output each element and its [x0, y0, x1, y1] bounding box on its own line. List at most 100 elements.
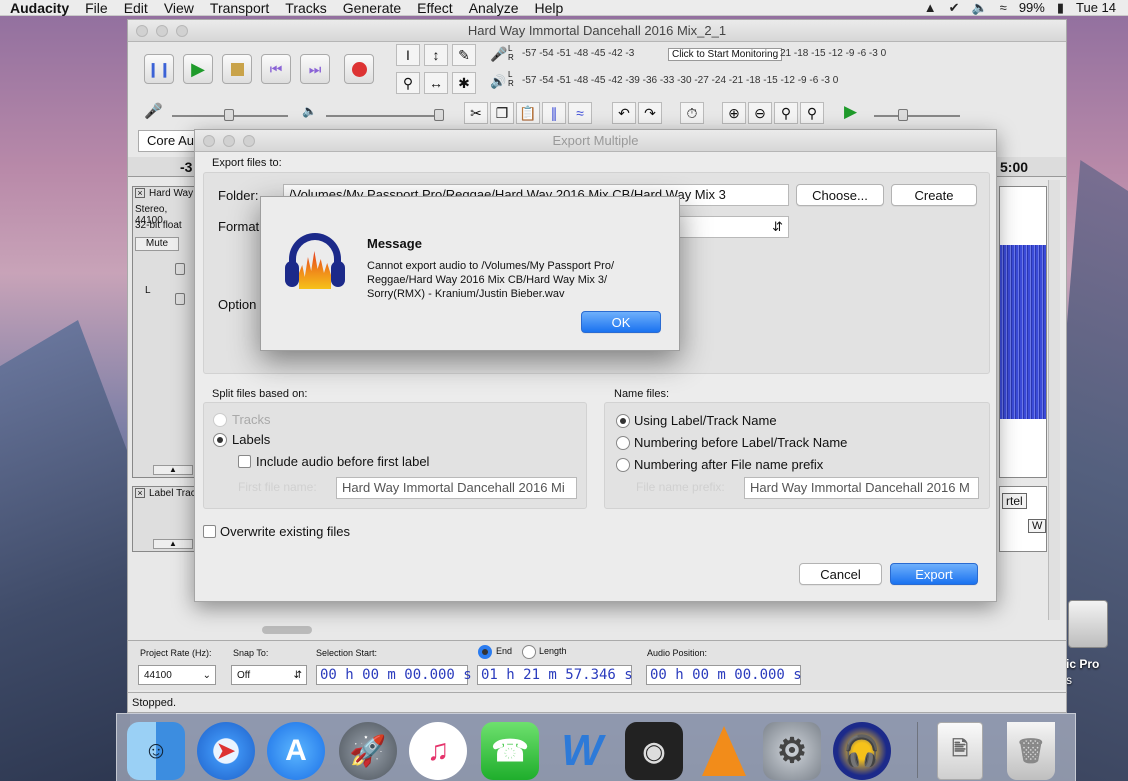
- menu-tracks[interactable]: Tracks: [277, 0, 334, 16]
- track-close-icon[interactable]: ×: [135, 188, 145, 198]
- gain-slider-knob[interactable]: [175, 263, 185, 275]
- undo-button[interactable]: ↶: [612, 102, 636, 124]
- selection-end-time[interactable]: 01 h 21 m 57.346 s: [477, 665, 633, 685]
- system-preferences-icon[interactable]: ⚙: [763, 722, 821, 780]
- menubar-clock[interactable]: Tue 14: [1076, 0, 1116, 15]
- format-select[interactable]: ⇵: [679, 216, 789, 238]
- cancel-button[interactable]: Cancel: [799, 563, 882, 585]
- mute-button[interactable]: Mute: [135, 237, 179, 251]
- cut-button[interactable]: ✂: [464, 102, 488, 124]
- selection-start-time[interactable]: 00 h 00 m 00.000 s: [316, 665, 472, 685]
- draw-tool[interactable]: ✎: [452, 44, 476, 66]
- play-speed-slider[interactable]: [874, 115, 960, 117]
- playback-meter-icon[interactable]: 🔊: [490, 74, 506, 90]
- volume-icon[interactable]: 🔈: [971, 0, 987, 16]
- vlc-icon[interactable]: [695, 722, 753, 780]
- sync-lock-button[interactable]: ⏱: [680, 102, 704, 124]
- finder-icon[interactable]: ☺: [127, 722, 185, 780]
- facetime-icon[interactable]: ☎: [481, 722, 539, 780]
- end-radio[interactable]: [478, 645, 492, 659]
- label-track-name[interactable]: Label Track: [149, 488, 195, 499]
- numbering-after-radio[interactable]: [616, 458, 630, 472]
- labels-radio[interactable]: [213, 433, 227, 447]
- input-volume-knob[interactable]: [224, 109, 234, 121]
- zoom-in-button[interactable]: ⊕: [722, 102, 746, 124]
- record-button[interactable]: [344, 54, 374, 84]
- output-volume-knob[interactable]: [434, 109, 444, 121]
- record-meter-icon[interactable]: 🎤: [490, 46, 507, 63]
- record-meter-scale[interactable]: -57 -54 -51 -48 -45 -42 -3: [522, 48, 667, 62]
- tracks-radio[interactable]: [213, 413, 227, 427]
- selection-tool[interactable]: I: [396, 44, 420, 66]
- menu-app[interactable]: Audacity: [0, 0, 77, 16]
- pan-slider-knob[interactable]: [175, 293, 185, 305]
- record-meter-scale-tail[interactable]: 21 -18 -15 -12 -9 -6 -3 0: [780, 48, 930, 62]
- play-at-speed-icon[interactable]: ▶: [844, 102, 857, 122]
- playback-meter-scale[interactable]: -57 -54 -51 -48 -45 -42 -39 -36 -33 -30 …: [522, 75, 932, 89]
- stop-button[interactable]: [222, 54, 252, 84]
- label-text-2[interactable]: W: [1028, 519, 1047, 533]
- app-store-icon[interactable]: A: [267, 722, 325, 780]
- copy-button[interactable]: ❐: [490, 102, 514, 124]
- logic-icon[interactable]: ◉: [625, 722, 683, 780]
- redo-button[interactable]: ↷: [638, 102, 662, 124]
- safari-icon[interactable]: ➤: [197, 722, 255, 780]
- timeshift-tool[interactable]: ↔: [424, 72, 448, 94]
- menu-edit[interactable]: Edit: [116, 0, 156, 16]
- play-button[interactable]: ▶: [183, 54, 213, 84]
- monitor-button[interactable]: Click to Start Monitoring: [668, 48, 783, 61]
- audio-track-panel[interactable]: × Hard Way Stereo, 44100 32-bit float Mu…: [132, 186, 196, 478]
- project-rate-select[interactable]: 44100 ⌄: [138, 665, 216, 685]
- label-track-collapse-button[interactable]: ▲: [153, 539, 193, 549]
- fit-selection-button[interactable]: ⚲: [774, 102, 798, 124]
- check-circle-icon[interactable]: ✔: [949, 0, 960, 16]
- file-prefix-input[interactable]: Hard Way Immortal Dancehall 2016 M: [744, 477, 979, 499]
- label-track-area[interactable]: rtel W: [999, 486, 1047, 552]
- envelope-tool[interactable]: ↕: [424, 44, 448, 66]
- track-collapse-button[interactable]: ▲: [153, 465, 193, 475]
- length-radio[interactable]: [522, 645, 536, 659]
- zoom-tool[interactable]: ⚲: [396, 72, 420, 94]
- audacity-dock-icon[interactable]: 🎧: [833, 722, 891, 780]
- ok-button[interactable]: OK: [581, 311, 661, 333]
- first-file-name-input[interactable]: Hard Way Immortal Dancehall 2016 Mi: [336, 477, 577, 499]
- pause-button[interactable]: ❙❙: [144, 54, 174, 84]
- skip-start-button[interactable]: ⏮: [261, 54, 291, 84]
- label-text-1[interactable]: rtel: [1002, 493, 1027, 509]
- itunes-icon[interactable]: ♫: [409, 722, 467, 780]
- fit-project-button[interactable]: ⚲: [800, 102, 824, 124]
- multi-tool[interactable]: ✱: [452, 72, 476, 94]
- audio-waveform[interactable]: [999, 186, 1047, 478]
- play-speed-knob[interactable]: [898, 109, 908, 121]
- menu-effect[interactable]: Effect: [409, 0, 461, 16]
- document-stack-icon[interactable]: 🖹: [937, 722, 983, 780]
- skip-end-button[interactable]: ⏭: [300, 54, 330, 84]
- vertical-scrollbar[interactable]: [1048, 180, 1060, 620]
- trash-icon[interactable]: 🗑: [1007, 722, 1055, 780]
- menu-file[interactable]: File: [77, 0, 116, 16]
- include-audio-checkbox[interactable]: [238, 455, 251, 468]
- battery-icon[interactable]: ▮: [1057, 0, 1064, 16]
- export-button[interactable]: Export: [890, 563, 978, 585]
- output-volume-slider[interactable]: [326, 115, 444, 117]
- launchpad-icon[interactable]: 🚀: [339, 722, 397, 780]
- menu-analyze[interactable]: Analyze: [461, 0, 527, 16]
- menu-transport[interactable]: Transport: [202, 0, 277, 16]
- create-button[interactable]: Create: [891, 184, 977, 206]
- notification-icon[interactable]: ▲: [924, 0, 937, 15]
- horizontal-scroll-thumb[interactable]: [262, 626, 312, 634]
- using-label-radio[interactable]: [616, 414, 630, 428]
- menu-generate[interactable]: Generate: [335, 0, 409, 16]
- choose-button[interactable]: Choose...: [796, 184, 884, 206]
- audio-position-time[interactable]: 00 h 00 m 00.000 s: [646, 665, 802, 685]
- snap-to-select[interactable]: Off ⇵: [231, 665, 307, 685]
- overwrite-checkbox[interactable]: [203, 525, 216, 538]
- numbering-before-radio[interactable]: [616, 436, 630, 450]
- battery-percent[interactable]: 99%: [1019, 0, 1045, 15]
- paste-button[interactable]: 📋: [516, 102, 540, 124]
- wifi-icon[interactable]: ≈: [1000, 0, 1007, 15]
- desktop-drive-icon[interactable]: [1068, 600, 1108, 648]
- label-track-panel[interactable]: × Label Track ▲: [132, 486, 196, 552]
- track-name[interactable]: Hard Way: [149, 188, 193, 199]
- zoom-out-button[interactable]: ⊖: [748, 102, 772, 124]
